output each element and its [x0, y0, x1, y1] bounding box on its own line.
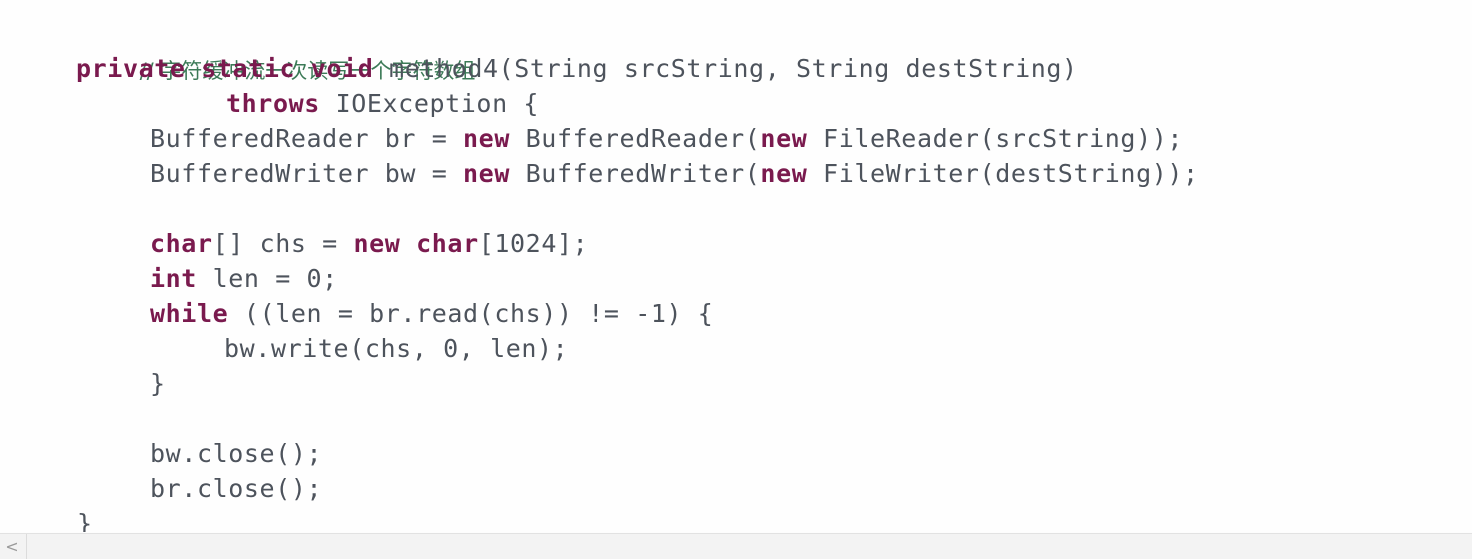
code-text: BufferedReader(: [510, 124, 761, 153]
code-text: bw.write(chs, 0, len);: [224, 334, 569, 363]
scroll-left-arrow-icon[interactable]: <: [2, 537, 22, 556]
keyword-char: char: [416, 229, 479, 258]
keyword-new: new: [463, 124, 510, 153]
code-text: [] chs =: [212, 229, 354, 258]
code-text: br.close();: [150, 474, 323, 503]
code-line-throws: throws IOException {: [226, 86, 539, 121]
code-line-br-close: br.close();: [150, 471, 322, 506]
code-editor[interactable]: // 字符缓冲流一次读写一个字符数组 private static void m…: [0, 0, 1472, 532]
keyword-char: char: [150, 229, 213, 258]
code-line-buffered-writer: BufferedWriter bw = new BufferedWriter(n…: [150, 156, 1199, 191]
code-line-close-brace-while: }: [150, 366, 166, 401]
code-line-while: while ((len = br.read(chs)) != -1) {: [150, 296, 713, 331]
code-text: BufferedReader br =: [150, 124, 464, 153]
scrollbar-divider: [26, 534, 27, 559]
code-line-int-len: int len = 0;: [150, 261, 338, 296]
horizontal-scrollbar[interactable]: <: [0, 533, 1472, 559]
code-comment-line: // 字符缓冲流一次读写一个字符数组: [77, 17, 476, 83]
code-line-buffered-reader: BufferedReader br = new BufferedReader(n…: [150, 121, 1183, 156]
keyword-while: while: [150, 299, 229, 328]
code-text: BufferedWriter bw =: [150, 159, 464, 188]
keyword-void: void: [310, 54, 374, 83]
keyword-throws: throws: [226, 89, 320, 118]
code-text: FileReader(srcString));: [807, 124, 1184, 153]
throws-text: IOException {: [319, 89, 540, 118]
keyword-private: private: [76, 54, 186, 83]
code-line-write: bw.write(chs, 0, len);: [224, 331, 568, 366]
code-text: BufferedWriter(: [510, 159, 761, 188]
code-text: len = 0;: [196, 264, 338, 293]
code-line-char-array: char[] chs = new char[1024];: [150, 226, 588, 261]
code-text: ((len = br.read(chs)) != -1) {: [228, 299, 714, 328]
code-line-bw-close: bw.close();: [150, 436, 322, 471]
keyword-new: new: [353, 229, 401, 258]
code-line-close-brace-method: }: [77, 506, 93, 532]
keyword-int: int: [150, 264, 197, 293]
code-text: [1024];: [478, 229, 589, 258]
code-text: }: [77, 509, 93, 532]
code-text: bw.close();: [150, 439, 323, 468]
code-line-method-signature: private static void method4(String srcSt…: [76, 51, 1078, 86]
method-signature-text: method4(String srcString, String destStr…: [373, 54, 1078, 83]
keyword-static: static: [201, 54, 296, 83]
keyword-new: new: [760, 124, 808, 153]
keyword-new: new: [463, 159, 510, 188]
code-text: FileWriter(destString));: [807, 159, 1199, 188]
code-text: }: [150, 369, 166, 398]
keyword-new: new: [760, 159, 808, 188]
